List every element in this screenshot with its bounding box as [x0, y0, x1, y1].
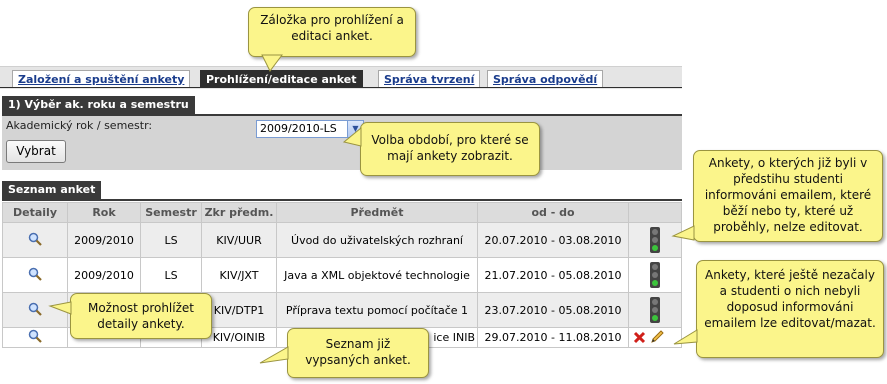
traffic-light-icon [650, 297, 660, 323]
status-cell [628, 257, 682, 293]
editable-surveys-tooltip: Ankety, které ještě nezačaly a studenti … [696, 260, 884, 358]
traffic-light-icon [650, 227, 660, 253]
details-cell[interactable] [2, 257, 68, 293]
pencil-edit-icon[interactable] [650, 329, 665, 344]
col-year: Rok [67, 202, 141, 223]
col-date-range: od - do [477, 202, 629, 223]
tooltip-pointer [342, 126, 362, 147]
tabs-tooltip: Záložka pro prohlížení a editaci anket. [248, 7, 416, 57]
col-subject: Předmět [276, 202, 478, 223]
tab-statements[interactable]: Správa tvrzení [378, 70, 481, 88]
subject-code-cell: KIV/JXT [201, 257, 277, 293]
magnifier-icon[interactable] [28, 232, 42, 246]
period-tooltip: Volba období, pro které se mají ankety z… [360, 122, 540, 176]
table-row: 2009/2010 LS KIV/UUR Úvod do uživatelský… [2, 222, 682, 258]
magnifier-icon[interactable] [28, 267, 42, 281]
table-header-row: Detaily Rok Semestr Zkr předm. Předmět o… [2, 202, 682, 223]
details-cell[interactable] [2, 222, 68, 258]
col-status [628, 202, 682, 223]
year-cell: 2009/2010 [67, 222, 141, 258]
year-cell: 2009/2010 [67, 257, 141, 293]
col-subject-code: Zkr předm. [201, 202, 277, 223]
subject-cell: Úvod do uživatelských rozhraní [276, 222, 478, 258]
year-label: Akademický rok / semestr: [6, 119, 153, 132]
tooltip-pointer [259, 346, 289, 364]
date-range-cell: 23.07.2010 - 05.08.2010 [477, 292, 629, 328]
select-button[interactable]: Vybrat [6, 140, 66, 163]
tooltip-pointer [48, 301, 72, 315]
subject-code-cell: KIV/DTP1 [201, 292, 277, 328]
date-range-cell: 29.07.2010 - 11.08.2010 [477, 327, 629, 348]
subject-cell: Java a XML objektové technologie [276, 257, 478, 293]
magnifier-icon[interactable] [28, 302, 42, 316]
tooltip-pointer [673, 329, 698, 345]
delete-icon[interactable] [633, 331, 646, 344]
traffic-light-icon [650, 262, 660, 288]
tooltip-pointer [671, 225, 695, 241]
semester-cell: LS [140, 257, 202, 293]
section-year-title: 1) Výběr ak. roku a semestru [2, 96, 195, 114]
col-details: Detaily [2, 202, 68, 223]
table-row: 2009/2010 LS KIV/JXT Java a XML objektov… [2, 257, 682, 293]
magnifier-icon[interactable] [28, 329, 42, 343]
date-range-cell: 21.07.2010 - 05.08.2010 [477, 257, 629, 293]
subject-cell: Příprava textu pomocí počítače 1 [276, 292, 478, 328]
section-divider [2, 199, 682, 201]
details-tooltip: Možnost prohlížet detaily ankety. [70, 293, 212, 339]
tab-divider [0, 87, 682, 88]
date-range-cell: 20.07.2010 - 03.08.2010 [477, 222, 629, 258]
col-semester: Semestr [140, 202, 202, 223]
tab-create[interactable]: Založení a spuštění ankety [12, 70, 191, 88]
tab-answers[interactable]: Správa odpovědí [487, 70, 604, 88]
status-cell [628, 292, 682, 328]
list-tooltip: Seznam již vypsaných anket. [287, 328, 429, 378]
section-list-title: Seznam anket [2, 181, 102, 199]
informed-surveys-tooltip: Ankety, o kterých již byli v předstihu s… [693, 150, 883, 242]
year-select-value: 2009/2010-LS [260, 122, 337, 135]
details-cell[interactable] [2, 327, 68, 348]
semester-cell: LS [140, 222, 202, 258]
tooltip-pointer [261, 54, 283, 72]
subject-code-cell: KIV/UUR [201, 222, 277, 258]
